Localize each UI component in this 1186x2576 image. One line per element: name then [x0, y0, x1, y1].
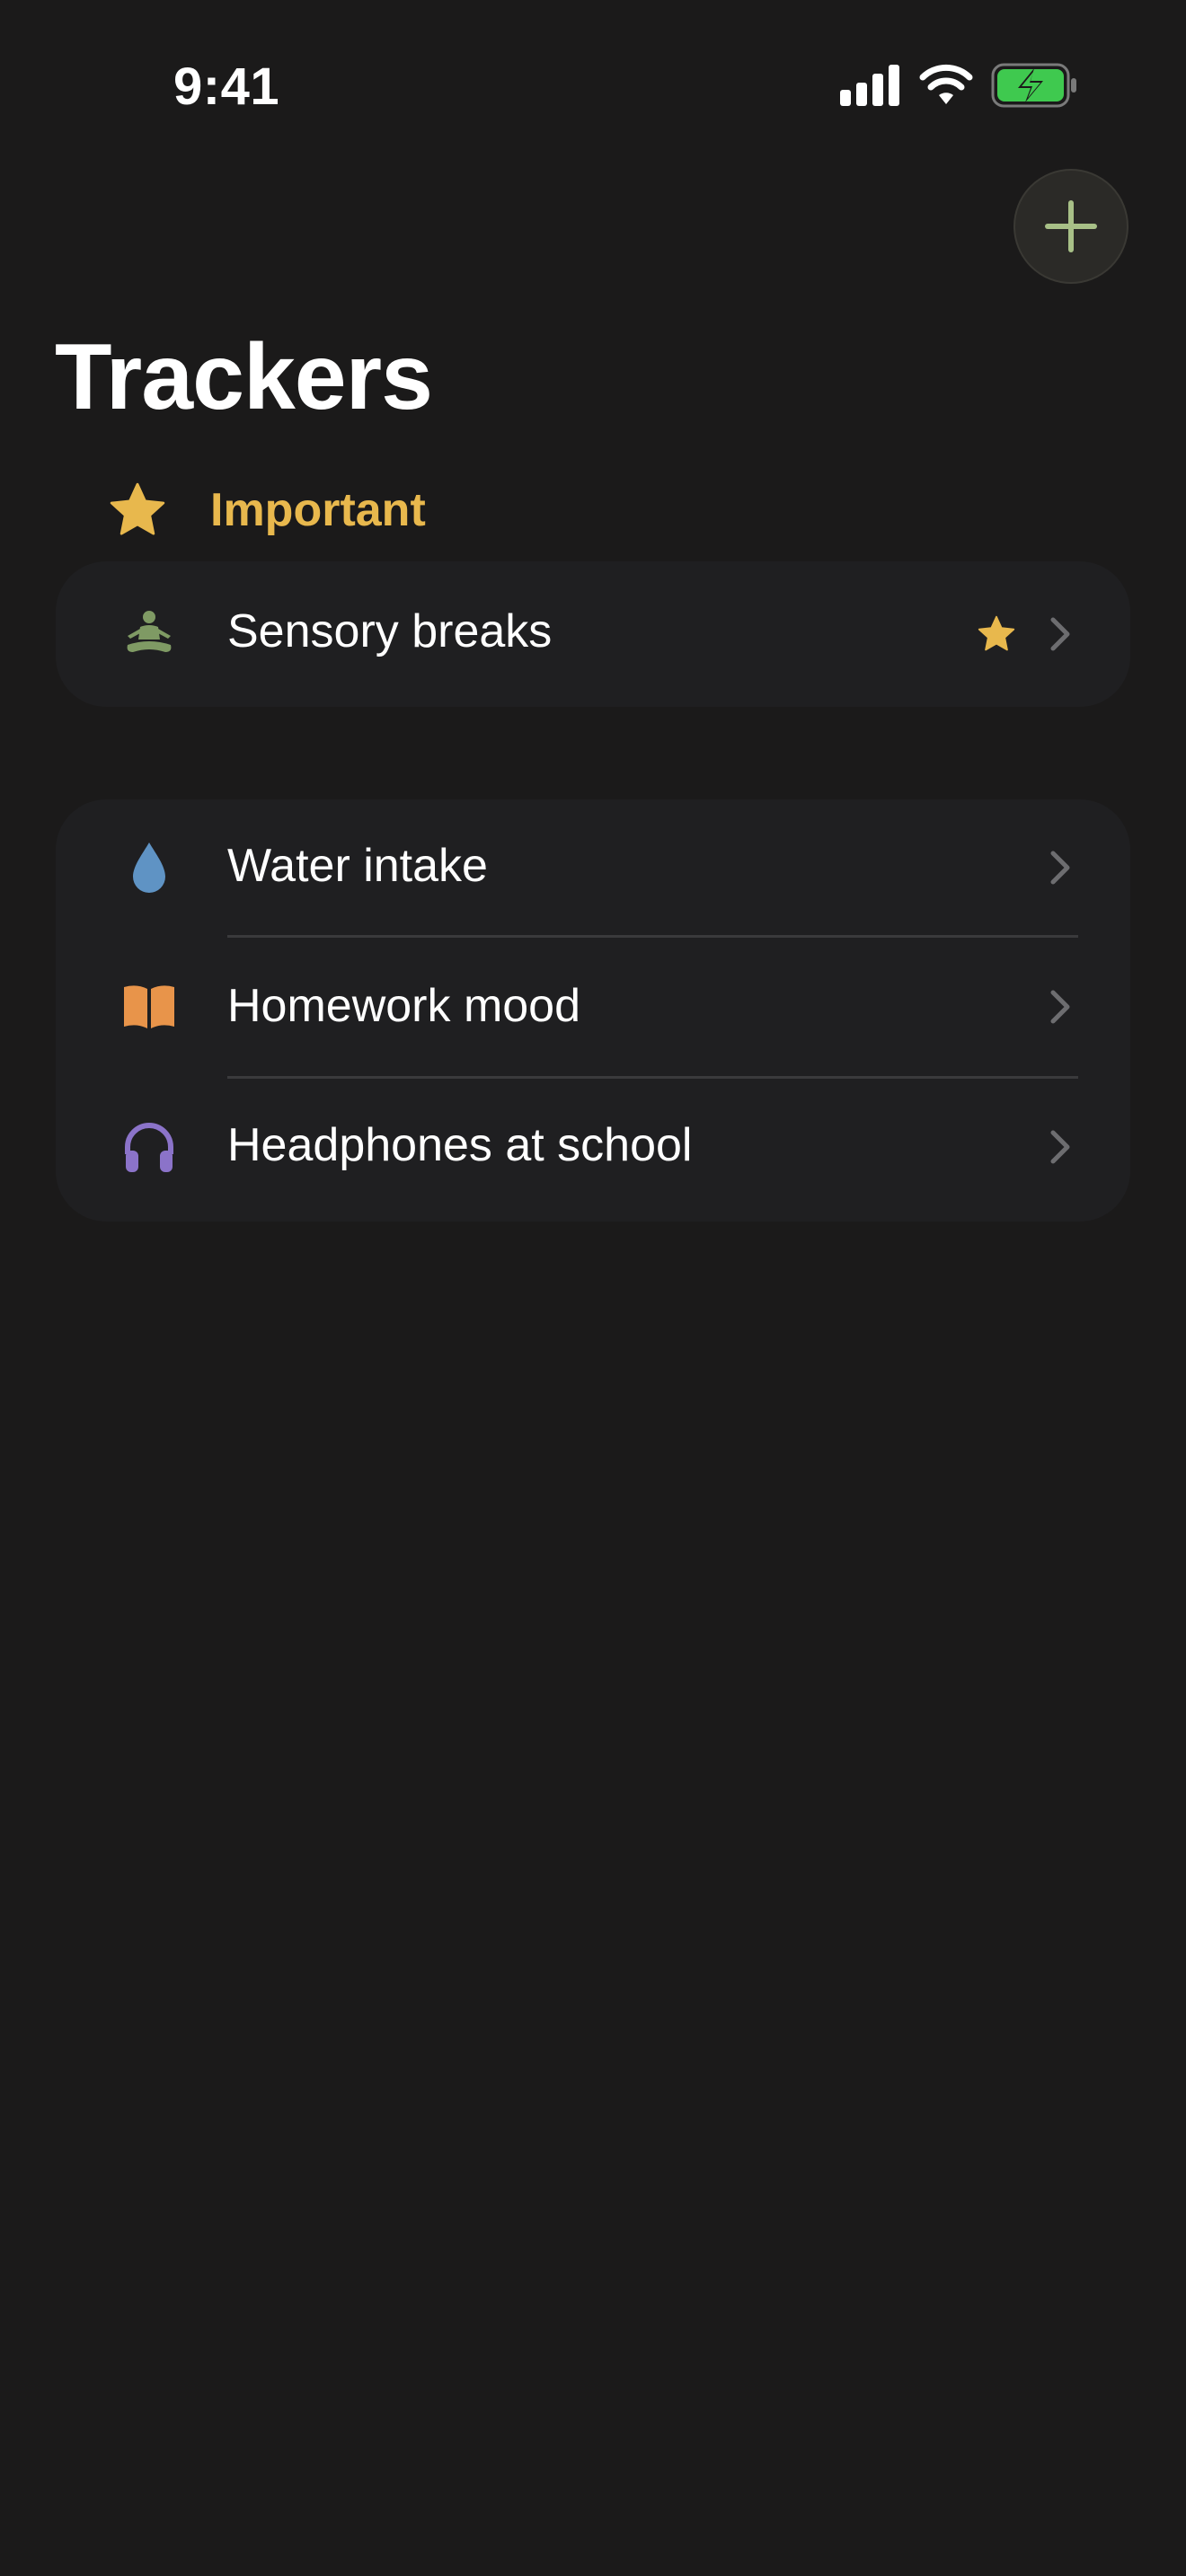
- meditation-icon: [127, 611, 172, 652]
- add-tracker-button[interactable]: [1013, 169, 1128, 284]
- favorite-star-icon: [978, 615, 1015, 651]
- trackers-card: Water intake Homework mood Headphones at…: [56, 799, 1130, 1222]
- open-book-icon: [124, 985, 174, 1028]
- battery-charging-icon: [991, 63, 1076, 108]
- star-icon: [110, 482, 165, 535]
- tracker-row-sensory-breaks[interactable]: Sensory breaks: [56, 561, 1130, 707]
- chevron-right-icon: [1050, 617, 1070, 651]
- tracker-row-homework-mood[interactable]: Homework mood: [56, 938, 1130, 1076]
- chevron-right-icon: [1050, 1130, 1070, 1164]
- plus-icon: [1045, 200, 1097, 252]
- wifi-icon: [919, 64, 973, 104]
- tracker-label: Homework mood: [227, 980, 581, 1032]
- important-section-header: Important: [108, 474, 426, 546]
- page-title: Trackers: [55, 325, 433, 429]
- important-section-label: Important: [210, 484, 426, 536]
- important-trackers-card: Sensory breaks: [56, 561, 1130, 707]
- status-time: 9:41: [173, 57, 280, 116]
- water-drop-icon: [133, 842, 165, 893]
- chevron-right-icon: [1050, 990, 1070, 1024]
- tracker-row-headphones-at-school[interactable]: Headphones at school: [56, 1079, 1130, 1222]
- tracker-label: Water intake: [227, 840, 488, 892]
- tracker-label: Sensory breaks: [227, 605, 553, 657]
- tracker-label: Headphones at school: [227, 1119, 693, 1171]
- cellular-signal-icon: [840, 65, 899, 106]
- headphones-icon: [125, 1123, 173, 1172]
- tracker-row-water-intake[interactable]: Water intake: [56, 799, 1130, 935]
- chevron-right-icon: [1050, 851, 1070, 885]
